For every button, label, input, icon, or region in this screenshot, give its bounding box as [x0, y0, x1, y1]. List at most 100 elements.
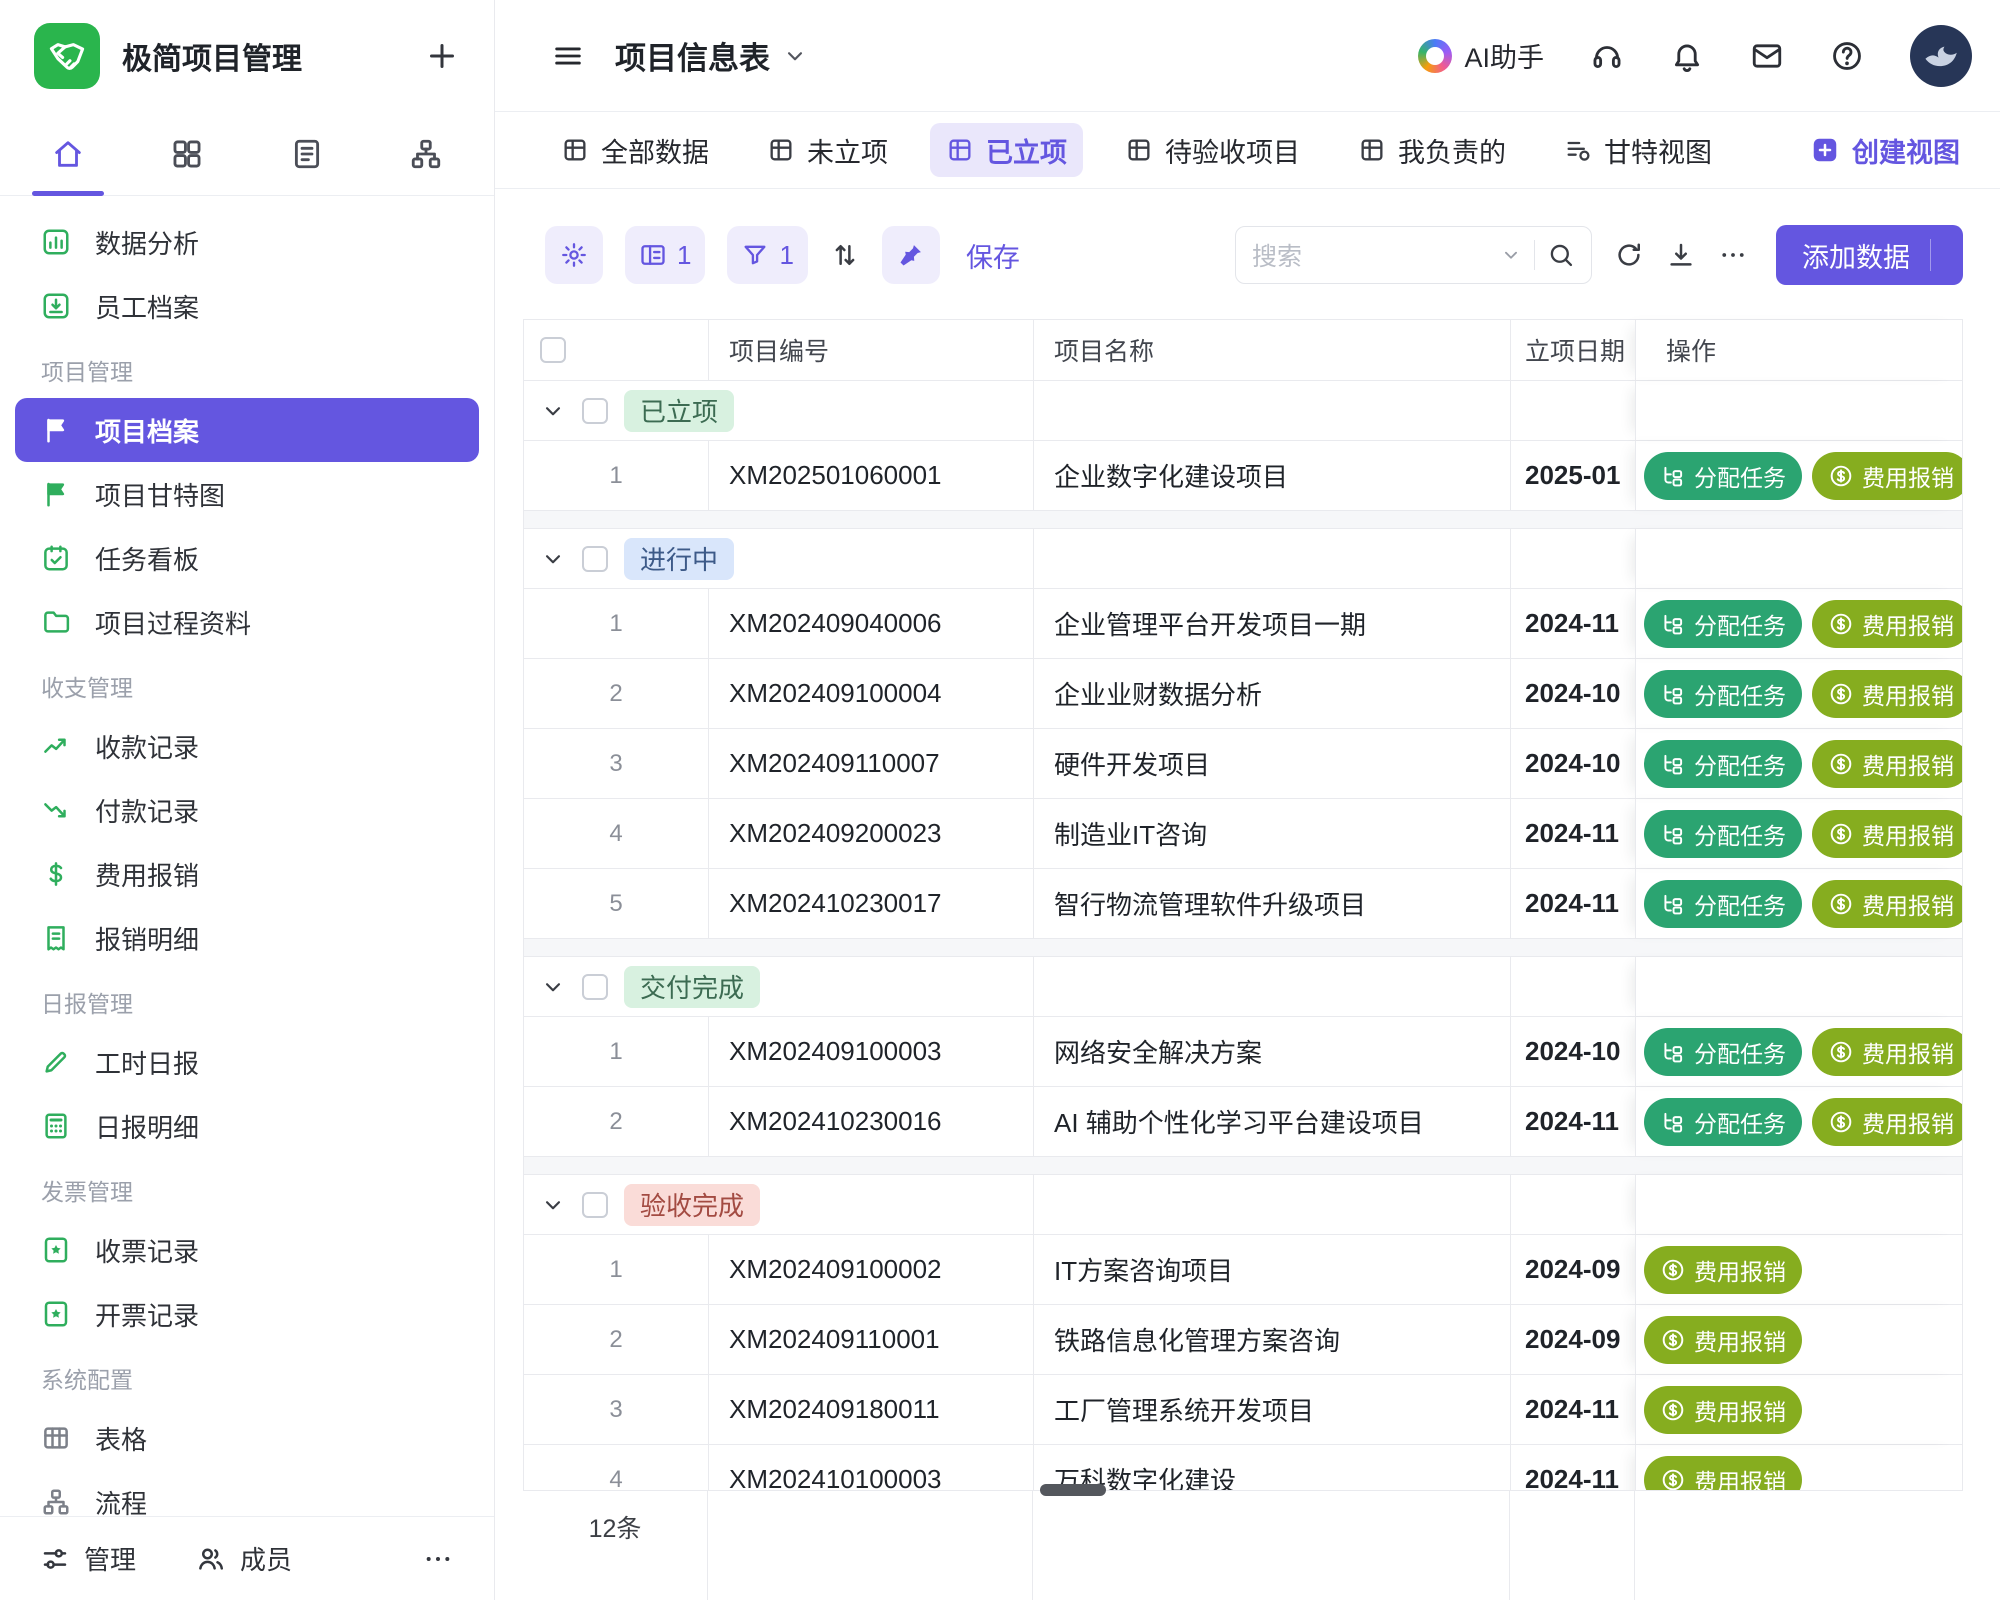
expense-button[interactable]: 费用报销 [1644, 1386, 1802, 1434]
members-button[interactable]: 成员 [196, 1540, 292, 1577]
expense-button[interactable]: 费用报销 [1644, 1246, 1802, 1294]
add-data-button[interactable]: 添加数据 [1776, 225, 1963, 285]
table-row[interactable]: 1XM202409040006企业管理平台开发项目一期2024-11分配任务费用… [524, 589, 1962, 659]
assign-task-button[interactable]: 分配任务 [1644, 670, 1802, 718]
group-checkbox[interactable] [582, 1192, 608, 1218]
chevron-down-icon[interactable] [540, 974, 566, 1000]
column-header-code[interactable]: 项目编号 [709, 320, 1034, 380]
expense-button[interactable]: 费用报销 [1812, 452, 1962, 500]
table-row[interactable]: 3XM202409110007硬件开发项目2024-10分配任务费用报销 [524, 729, 1962, 799]
save-button[interactable]: 保存 [966, 236, 1020, 275]
select-all-checkbox[interactable] [540, 337, 566, 363]
sidebar-item[interactable]: 收票记录 [15, 1218, 479, 1282]
expense-button[interactable]: 费用报销 [1812, 880, 1962, 928]
view-tab[interactable]: 甘特视图 [1548, 123, 1728, 177]
chevron-down-icon[interactable] [540, 546, 566, 572]
group-date-cell [1511, 957, 1636, 1016]
inbox-icon[interactable] [1750, 39, 1784, 73]
sidebar-item[interactable]: 工时日报 [15, 1030, 479, 1094]
add-app-icon[interactable] [424, 38, 460, 74]
group-checkbox[interactable] [582, 974, 608, 1000]
settings-button[interactable] [545, 226, 603, 284]
sidebar-item-label: 日报明细 [95, 1108, 199, 1145]
fields-config-button[interactable]: 1 [625, 226, 705, 284]
view-tab[interactable]: 我负责的 [1342, 123, 1522, 177]
download-icon[interactable] [1666, 240, 1696, 270]
sidebar-tab-tables[interactable] [131, 112, 243, 195]
table-row[interactable]: 4XM202409200023制造业IT咨询2024-11分配任务费用报销 [524, 799, 1962, 869]
view-tab[interactable]: 已立项 [930, 123, 1083, 177]
user-avatar[interactable] [1910, 25, 1972, 87]
group-checkbox[interactable] [582, 546, 608, 572]
sidebar-item[interactable]: 付款记录 [15, 778, 479, 842]
sidebar-item[interactable]: 流程 [15, 1470, 479, 1516]
expense-button[interactable]: 费用报销 [1812, 670, 1962, 718]
ai-assistant-button[interactable]: AI助手 [1418, 36, 1544, 75]
sidebar-item[interactable]: 任务看板 [15, 526, 479, 590]
table-row[interactable]: 2XM202409110001铁路信息化管理方案咨询2024-09费用报销 [524, 1305, 1962, 1375]
horizontal-scrollbar-thumb[interactable] [1040, 1484, 1106, 1496]
search-icon[interactable] [1547, 241, 1575, 269]
chevron-down-icon[interactable] [540, 398, 566, 424]
sort-icon[interactable] [830, 240, 860, 270]
expense-button[interactable]: 费用报销 [1812, 740, 1962, 788]
group-checkbox[interactable] [582, 398, 608, 424]
sidebar-item[interactable]: 项目甘特图 [15, 462, 479, 526]
column-header-date[interactable]: 立项日期 [1511, 320, 1636, 380]
table-row[interactable]: 2XM202410230016AI 辅助个性化学习平台建设项目2024-11分配… [524, 1087, 1962, 1157]
table-row[interactable]: 2XM202409100004企业业财数据分析2024-10分配任务费用报销 [524, 659, 1962, 729]
sidebar-item[interactable]: 费用报销 [15, 842, 479, 906]
filter-button[interactable]: 1 [727, 226, 807, 284]
sidebar-tab-workflow[interactable] [370, 112, 482, 195]
support-icon[interactable] [1590, 39, 1624, 73]
chevron-down-icon[interactable] [540, 1192, 566, 1218]
assign-task-button[interactable]: 分配任务 [1644, 880, 1802, 928]
assign-task-button[interactable]: 分配任务 [1644, 810, 1802, 858]
sidebar-item[interactable]: 项目过程资料 [15, 590, 479, 654]
sidebar-tab-home[interactable] [12, 112, 124, 195]
sidebar-item[interactable]: 日报明细 [15, 1094, 479, 1158]
sidebar-item[interactable]: 表格 [15, 1406, 479, 1470]
expense-button[interactable]: 费用报销 [1812, 1098, 1962, 1146]
sidebar-item[interactable]: 数据分析 [15, 210, 479, 274]
sidebar-item[interactable]: 开票记录 [15, 1282, 479, 1346]
view-tab[interactable]: 全部数据 [545, 123, 725, 177]
search-scope-chevron-icon[interactable] [1500, 244, 1522, 266]
pin-button[interactable] [882, 226, 940, 284]
sync-icon[interactable] [1614, 240, 1644, 270]
expense-button[interactable]: 费用报销 [1812, 810, 1962, 858]
expense-button[interactable]: 费用报销 [1812, 600, 1962, 648]
collapse-sidebar-icon[interactable] [551, 39, 585, 73]
table-row[interactable]: 1XM202501060001企业数字化建设项目2025-01分配任务费用报销 [524, 441, 1962, 511]
sidebar-item[interactable]: 报销明细 [15, 906, 479, 970]
sidebar-item[interactable]: 项目档案 [15, 398, 479, 462]
expense-button[interactable]: 费用报销 [1812, 1028, 1962, 1076]
add-data-chevron-icon[interactable] [1931, 243, 1963, 267]
assign-task-button[interactable]: 分配任务 [1644, 452, 1802, 500]
view-tab[interactable]: 待验收项目 [1109, 123, 1316, 177]
search-input[interactable]: 搜索 [1235, 226, 1592, 284]
manage-button[interactable]: 管理 [40, 1540, 136, 1577]
create-view-button[interactable]: 创建视图 [1810, 131, 1960, 170]
assign-task-button[interactable]: 分配任务 [1644, 1028, 1802, 1076]
sidebar-item[interactable]: 收款记录 [15, 714, 479, 778]
calculator-icon [41, 1111, 71, 1141]
more-actions-icon[interactable] [1718, 240, 1748, 270]
expense-button[interactable]: 费用报销 [1644, 1316, 1802, 1364]
table-row[interactable]: 1XM202409100003网络安全解决方案2024-10分配任务费用报销 [524, 1017, 1962, 1087]
table-row[interactable]: 1XM202409100002IT方案咨询项目2024-09费用报销 [524, 1235, 1962, 1305]
table-row[interactable]: 5XM202410230017智行物流管理软件升级项目2024-11分配任务费用… [524, 869, 1962, 939]
help-icon[interactable] [1830, 39, 1864, 73]
notifications-icon[interactable] [1670, 39, 1704, 73]
column-header-name[interactable]: 项目名称 [1034, 320, 1511, 380]
assign-task-button[interactable]: 分配任务 [1644, 600, 1802, 648]
sidebar-tab-docs[interactable] [251, 112, 363, 195]
more-icon[interactable] [422, 1543, 454, 1575]
view-tab[interactable]: 未立项 [751, 123, 904, 177]
table-body: 已立项1XM202501060001企业数字化建设项目2025-01分配任务费用… [524, 381, 1962, 1515]
assign-task-button[interactable]: 分配任务 [1644, 740, 1802, 788]
table-row[interactable]: 3XM202409180011工厂管理系统开发项目2024-11费用报销 [524, 1375, 1962, 1445]
sidebar-item[interactable]: 员工档案 [15, 274, 479, 338]
assign-task-button[interactable]: 分配任务 [1644, 1098, 1802, 1146]
title-chevron-icon[interactable] [782, 43, 808, 69]
